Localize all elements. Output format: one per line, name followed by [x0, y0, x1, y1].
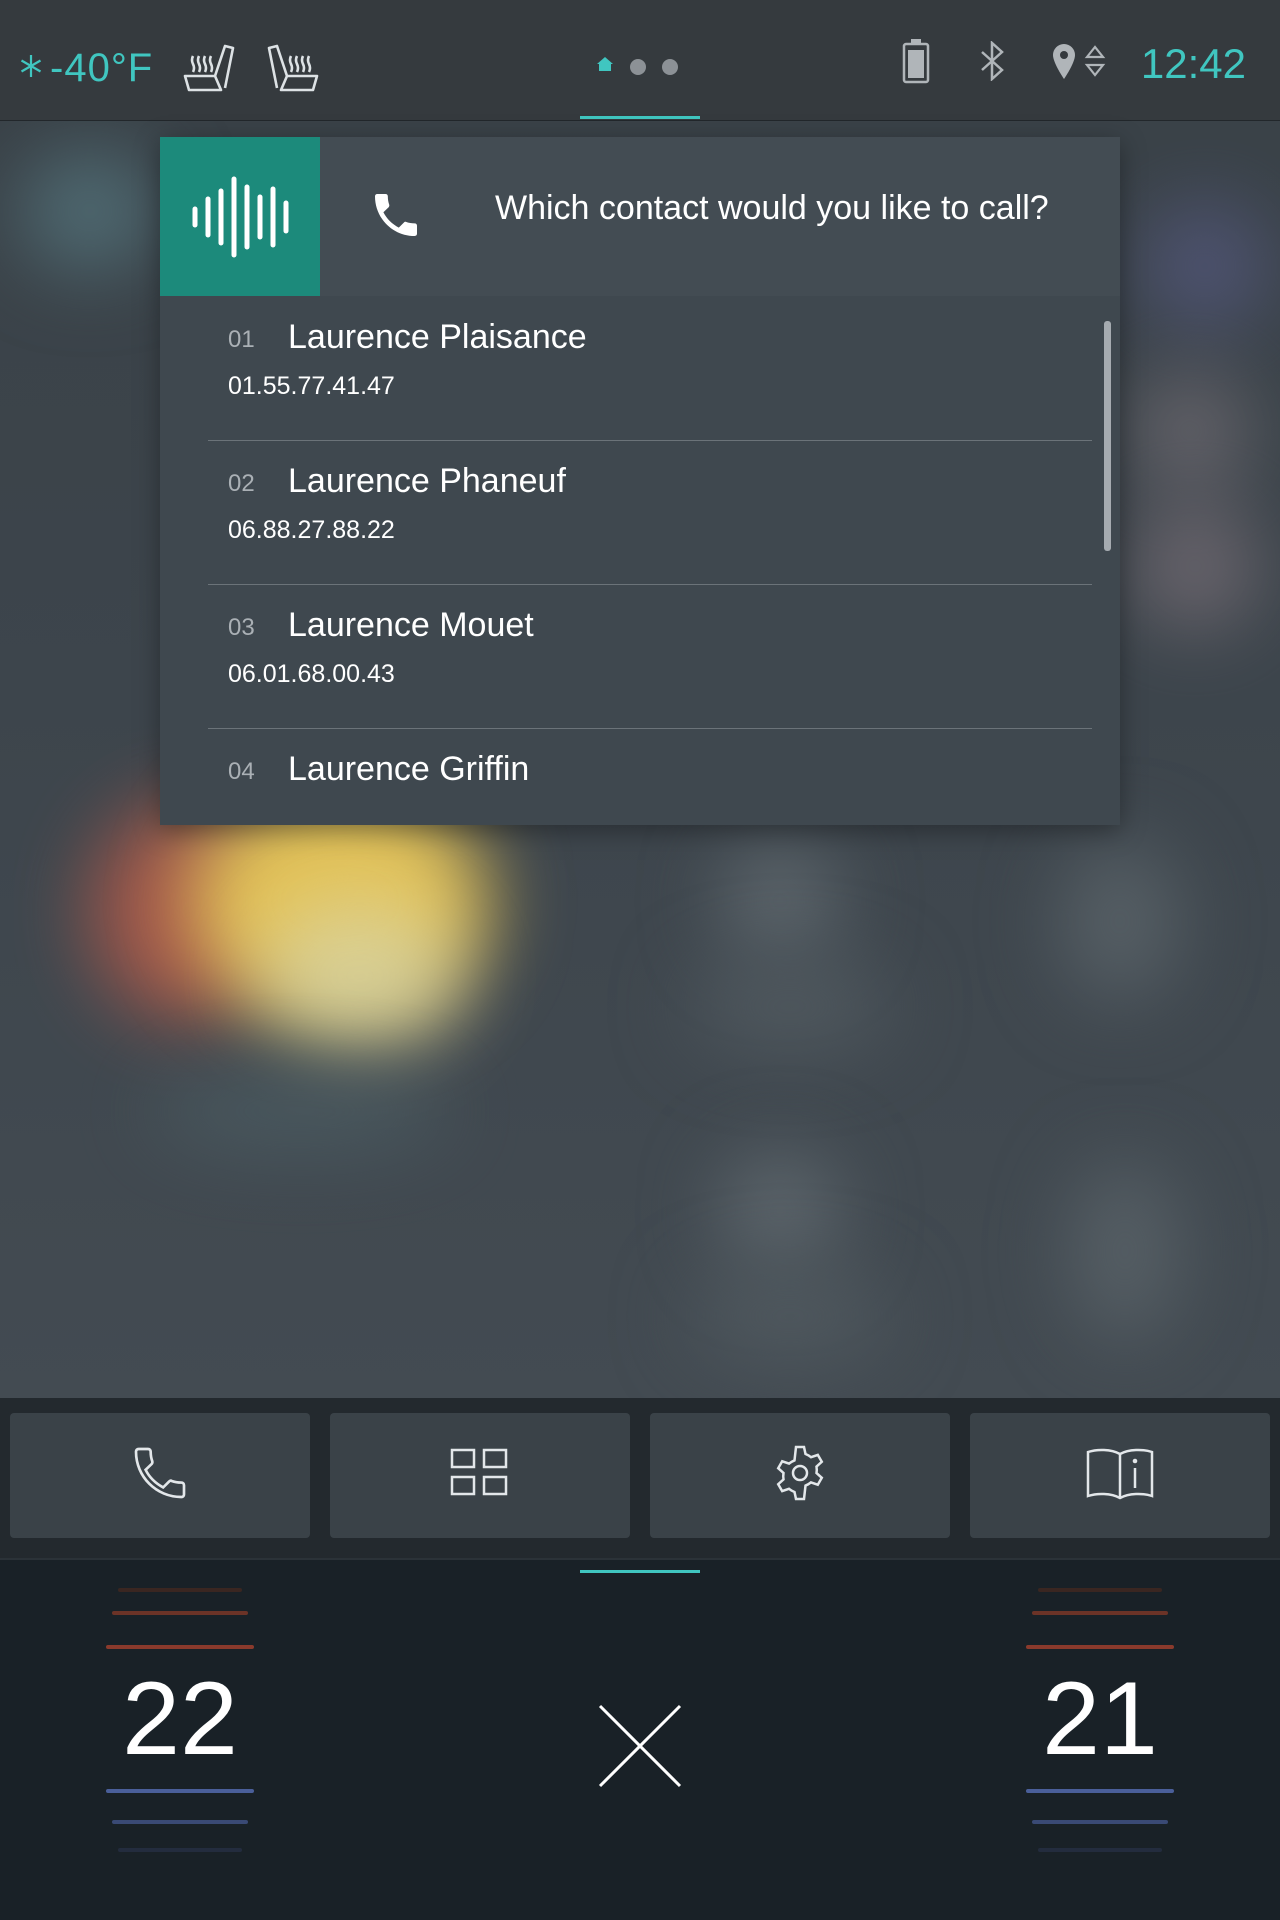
settings-button[interactable] [650, 1413, 950, 1538]
temp-up-indicator[interactable] [118, 1588, 242, 1592]
status-bar: -40°F 12:42 [0, 0, 1280, 121]
settings-gear-icon [771, 1444, 829, 1507]
outside-temperature: -40°F [50, 46, 154, 90]
contact-list[interactable]: 01 Laurence Plaisance 01.55.77.41.47 02 … [160, 296, 1120, 825]
climate-zone-right[interactable]: 21 [920, 1560, 1280, 1920]
temp-down-indicator[interactable] [106, 1789, 254, 1793]
climate-close-zone [360, 1560, 920, 1920]
apps-grid-icon [450, 1448, 510, 1503]
temp-up-indicator[interactable] [106, 1645, 254, 1649]
right-temperature: 21 [1042, 1661, 1158, 1777]
climate-active-underline [580, 1570, 700, 1573]
apps-button[interactable] [330, 1413, 630, 1538]
snowflake-icon [18, 53, 44, 84]
home-page-indicator[interactable] [596, 55, 678, 78]
contact-number: 01 [228, 326, 255, 353]
phone-button[interactable] [10, 1413, 310, 1538]
page-dot[interactable] [662, 58, 678, 75]
heated-seat-left-icon[interactable] [181, 38, 237, 99]
manual-info-icon [1085, 1446, 1155, 1505]
clock: 12:42 [1140, 39, 1246, 87]
voice-recognition-button[interactable] [160, 137, 320, 296]
location-icon [1051, 41, 1111, 86]
temp-up-indicator[interactable] [1038, 1588, 1162, 1592]
contact-row[interactable]: 03 Laurence Mouet 06.01.68.00.43 [208, 584, 1092, 729]
contact-row[interactable]: 01 Laurence Plaisance 01.55.77.41.47 [208, 296, 1092, 441]
close-icon[interactable] [596, 1702, 684, 1795]
contact-list-scrollbar[interactable] [1104, 321, 1111, 551]
temp-up-indicator[interactable] [1032, 1611, 1168, 1615]
temp-down-indicator[interactable] [1026, 1789, 1174, 1793]
voice-prompt: Which contact would you like to call? [495, 189, 1049, 227]
heated-seat-right-icon[interactable] [265, 38, 321, 99]
contact-name: Laurence Griffin [288, 750, 530, 788]
manual-button[interactable] [970, 1413, 1270, 1538]
bottom-dock [0, 1398, 1280, 1558]
page-dot[interactable] [630, 58, 646, 75]
contact-row[interactable]: 02 Laurence Phaneuf 06.88.27.88.22 [208, 440, 1092, 585]
bluetooth-icon [977, 40, 1007, 86]
active-page-underline [580, 116, 700, 119]
home-icon[interactable] [596, 55, 614, 78]
phone-icon [128, 1441, 192, 1510]
temp-up-indicator[interactable] [1026, 1645, 1174, 1649]
dialog-header: Which contact would you like to call? [160, 137, 1120, 296]
contact-number: 02 [228, 470, 255, 497]
contact-number: 03 [228, 614, 255, 641]
temp-down-indicator[interactable] [1032, 1820, 1168, 1824]
temp-down-indicator[interactable] [118, 1848, 242, 1852]
contact-number: 04 [228, 758, 255, 785]
phone-call-icon [368, 187, 424, 248]
contact-row[interactable]: 04 Laurence Griffin [208, 728, 1092, 825]
temp-down-indicator[interactable] [1038, 1848, 1162, 1852]
climate-zone-left[interactable]: 22 [0, 1560, 360, 1920]
contact-name: Laurence Phaneuf [288, 462, 566, 500]
temp-down-indicator[interactable] [112, 1820, 248, 1824]
contact-phone: 01.55.77.41.47 [228, 372, 395, 400]
climate-bar: 22 21 [0, 1560, 1280, 1920]
left-temperature: 22 [122, 1661, 238, 1777]
contact-phone: 06.01.68.00.43 [228, 660, 395, 688]
temp-up-indicator[interactable] [112, 1611, 248, 1615]
battery-icon [901, 38, 931, 89]
contact-name: Laurence Plaisance [288, 318, 587, 356]
contact-phone: 06.88.27.88.22 [228, 516, 395, 544]
voice-call-dialog: Which contact would you like to call? 01… [160, 137, 1120, 825]
contact-name: Laurence Mouet [288, 606, 534, 644]
